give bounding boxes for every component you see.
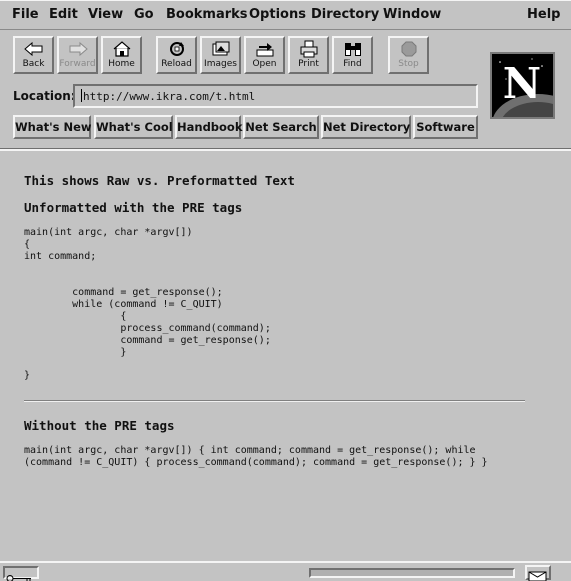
find-button[interactable]: Find [332, 36, 373, 74]
menu-directory[interactable]: Directory [311, 7, 379, 22]
text-caret [81, 89, 82, 102]
home-icon [103, 40, 140, 58]
whats-cool-button[interactable]: What's Cool [94, 115, 173, 139]
pre-line: } [24, 370, 31, 381]
pre-line: command = get_response(); [24, 335, 271, 346]
location-input[interactable]: http://www.ikra.com/t.html [73, 84, 478, 108]
images-label: Images [204, 59, 237, 69]
home-button[interactable]: Home [101, 36, 142, 74]
reload-button[interactable]: Reload [156, 36, 197, 74]
menu-edit[interactable]: Edit [49, 7, 78, 22]
menu-bookmarks[interactable]: Bookmarks [166, 7, 248, 22]
pre-line: { [24, 239, 31, 250]
horizontal-rule [24, 400, 525, 402]
home-label: Home [108, 59, 135, 69]
stop-icon [390, 40, 427, 58]
images-button[interactable]: Images [200, 36, 241, 74]
pre-line: process_command(command); [24, 323, 271, 334]
logo-letter: N [503, 59, 541, 108]
mail-icon[interactable] [525, 565, 551, 581]
status-bar [0, 561, 571, 581]
progress-bar [309, 568, 515, 578]
menu-go[interactable]: Go [134, 7, 154, 22]
page-content: This shows Raw vs. Preformatted Text Unf… [0, 151, 571, 561]
stop-label: Stop [398, 59, 419, 69]
print-icon [290, 40, 327, 58]
menu-help[interactable]: Help [527, 7, 560, 22]
images-icon [202, 40, 239, 58]
stop-button[interactable]: Stop [388, 36, 429, 74]
back-label: Back [22, 59, 45, 69]
handbook-button[interactable]: Handbook [175, 115, 243, 139]
pre-line: while (command != C_QUIT) [24, 299, 223, 310]
menu-bar: File Edit View Go Bookmarks Options Dire… [0, 0, 571, 30]
menu-window[interactable]: Window [383, 7, 441, 22]
pre-line: { [24, 311, 127, 322]
location-label: Location: [13, 89, 76, 103]
security-key-icon[interactable] [3, 566, 39, 581]
find-binoculars-icon [334, 40, 371, 58]
back-arrow-icon [15, 40, 52, 58]
page-title: This shows Raw vs. Preformatted Text [24, 173, 295, 188]
forward-arrow-icon [59, 40, 96, 58]
plain-text-line: main(int argc, char *argv[]) { int comma… [24, 445, 476, 456]
menu-options[interactable]: Options [249, 7, 306, 22]
net-directory-button[interactable]: Net Directory [321, 115, 411, 139]
forward-button[interactable]: Forward [57, 36, 98, 74]
open-button[interactable]: Open [244, 36, 285, 74]
reload-icon [158, 40, 195, 58]
open-label: Open [252, 59, 277, 69]
print-button[interactable]: Print [288, 36, 329, 74]
menu-file[interactable]: File [12, 7, 39, 22]
plain-text-line: (command != C_QUIT) { process_command(co… [24, 457, 488, 468]
pre-line: command = get_response(); [24, 287, 223, 298]
print-label: Print [298, 59, 319, 69]
net-search-button[interactable]: Net Search [243, 115, 319, 139]
menu-view[interactable]: View [88, 7, 123, 22]
whats-new-button[interactable]: What's New [13, 115, 92, 139]
reload-label: Reload [161, 59, 192, 69]
open-icon [246, 40, 283, 58]
section-heading-pre: Unformatted with the PRE tags [24, 200, 243, 215]
pre-line: } [24, 347, 127, 358]
location-url: http://www.ikra.com/t.html [83, 90, 256, 103]
forward-label: Forward [59, 59, 96, 69]
pre-line: main(int argc, char *argv[]) [24, 227, 193, 238]
pre-line: int command; [24, 251, 97, 262]
netscape-logo[interactable]: N [490, 52, 555, 119]
back-button[interactable]: Back [13, 36, 54, 74]
section-heading-plain: Without the PRE tags [24, 418, 175, 433]
find-label: Find [343, 59, 362, 69]
software-button[interactable]: Software [413, 115, 478, 139]
